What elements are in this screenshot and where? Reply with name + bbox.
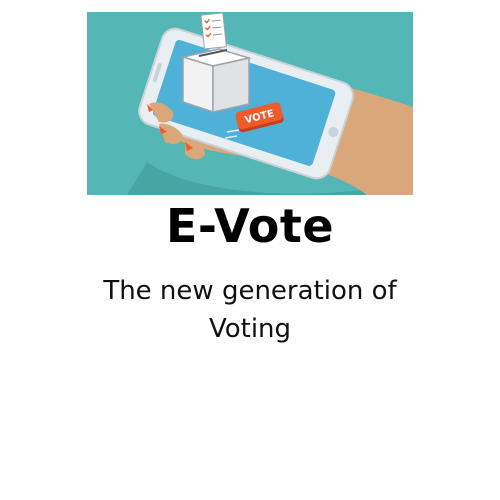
tagline-line-2: Voting [208, 314, 292, 344]
ballot-sheet [200, 12, 227, 50]
hero-illustration: VOTE [87, 12, 413, 195]
ballot-paper [200, 12, 227, 50]
tagline: The new generation of Voting [60, 272, 440, 348]
phone-voting-illustration: VOTE [87, 12, 413, 195]
ballot-box-side [212, 57, 250, 113]
page-title: E-Vote [165, 199, 335, 253]
tagline-line-1: The new generation of [103, 276, 397, 306]
ballot-box-front [182, 55, 214, 114]
